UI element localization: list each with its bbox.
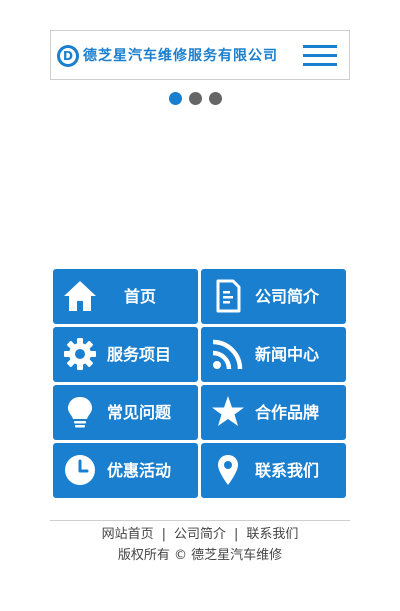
tile-services[interactable]: 服务项目 xyxy=(53,327,198,382)
tile-services-label: 服务项目 xyxy=(107,345,172,364)
footer-links: 网站首页 | 公司简介 | 联系我们 xyxy=(50,526,350,544)
location-pin-icon xyxy=(218,455,238,485)
tile-promotions[interactable]: 优惠活动 xyxy=(53,443,198,498)
site-header: D 德芝星汽车维修服务有限公司 xyxy=(50,30,350,80)
footer-separator: | xyxy=(161,527,166,542)
footer-link-home[interactable]: 网站首页 xyxy=(102,527,154,542)
rss-icon xyxy=(212,339,243,370)
tile-news-label: 新闻中心 xyxy=(255,345,320,364)
nav-tile-grid: 首页 公司简介 服务项目 新闻中心 常见问题 合作品牌 优惠活动 联系我们 xyxy=(53,269,347,498)
tile-contact[interactable]: 联系我们 xyxy=(201,443,346,498)
star-icon xyxy=(212,396,244,426)
tile-about[interactable]: 公司简介 xyxy=(201,269,346,324)
footer-separator: | xyxy=(234,527,239,542)
tile-contact-label: 联系我们 xyxy=(255,461,320,480)
tile-about-label: 公司简介 xyxy=(255,287,320,306)
tile-home-label: 首页 xyxy=(124,287,157,306)
tile-brands[interactable]: 合作品牌 xyxy=(201,385,346,440)
tile-home[interactable]: 首页 xyxy=(53,269,198,324)
copyright-text: 版权所有 © 德芝星汽车维修 xyxy=(117,548,283,563)
slider-dot-1[interactable] xyxy=(169,92,182,105)
document-icon xyxy=(216,279,241,313)
footer-link-about[interactable]: 公司简介 xyxy=(174,527,226,542)
logo-icon[interactable]: D xyxy=(57,45,79,67)
site-name[interactable]: 德芝星汽车维修服务有限公司 xyxy=(83,45,278,67)
lightbulb-icon xyxy=(68,397,92,428)
logo-letter: D xyxy=(60,48,76,64)
tile-promotions-label: 优惠活动 xyxy=(107,461,172,480)
tile-faq-label: 常见问题 xyxy=(107,403,172,422)
footer-divider xyxy=(50,520,350,521)
tile-brands-label: 合作品牌 xyxy=(255,403,320,422)
slider-dot-3[interactable] xyxy=(209,92,222,105)
home-icon xyxy=(64,281,96,311)
tile-news[interactable]: 新闻中心 xyxy=(201,327,346,382)
tile-faq[interactable]: 常见问题 xyxy=(53,385,198,440)
clock-icon xyxy=(65,455,95,485)
slider-dot-2[interactable] xyxy=(189,92,202,105)
footer-link-contact[interactable]: 联系我们 xyxy=(246,527,298,542)
gear-icon xyxy=(64,338,96,370)
hamburger-menu-icon[interactable] xyxy=(303,43,337,69)
